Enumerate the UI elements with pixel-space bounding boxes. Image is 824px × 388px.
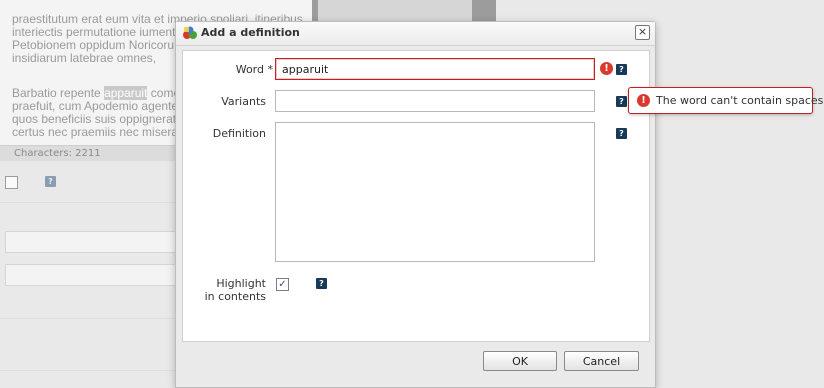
highlight-checkbox[interactable]: ✓ xyxy=(276,278,289,291)
variants-help-icon[interactable]: ? xyxy=(616,96,627,107)
dialog-title: Add a definition xyxy=(201,26,300,39)
word-help-icon[interactable]: ? xyxy=(616,64,627,75)
background-help-icon: ? xyxy=(45,176,56,187)
highlight-label: Highlight in contents xyxy=(204,277,266,303)
background-field xyxy=(5,231,182,253)
tooltip-error-icon: ! xyxy=(637,94,650,107)
variants-label: Variants xyxy=(221,95,266,108)
highlight-help-icon[interactable]: ? xyxy=(316,278,327,289)
background-checkbox xyxy=(5,176,18,189)
word-input[interactable] xyxy=(275,58,595,80)
definition-form: Word * ! ? Variants ? Definition ? Highl… xyxy=(182,50,650,342)
background-image xyxy=(312,0,496,22)
error-tooltip: ! The word can't contain spaces. xyxy=(628,87,824,114)
definition-textarea[interactable] xyxy=(275,122,595,262)
tooltip-message: The word can't contain spaces. xyxy=(656,94,824,107)
variants-input[interactable] xyxy=(275,90,595,112)
error-icon: ! xyxy=(600,62,613,75)
definition-help-icon[interactable]: ? xyxy=(616,128,627,139)
glossary-icon xyxy=(182,25,198,41)
add-definition-dialog: Add a definition × Word * ! ? Variants ?… xyxy=(175,21,656,388)
dialog-titlebar[interactable]: Add a definition × xyxy=(176,22,655,46)
definition-label: Definition xyxy=(212,127,266,140)
close-button[interactable]: × xyxy=(635,25,650,40)
word-label: Word * xyxy=(235,63,273,76)
ok-button[interactable]: OK xyxy=(483,351,557,371)
divider xyxy=(0,370,180,371)
background-field xyxy=(5,264,182,286)
cancel-button[interactable]: Cancel xyxy=(564,351,639,371)
divider xyxy=(0,318,180,319)
selected-word: apparuit xyxy=(104,86,148,100)
divider xyxy=(0,202,180,203)
